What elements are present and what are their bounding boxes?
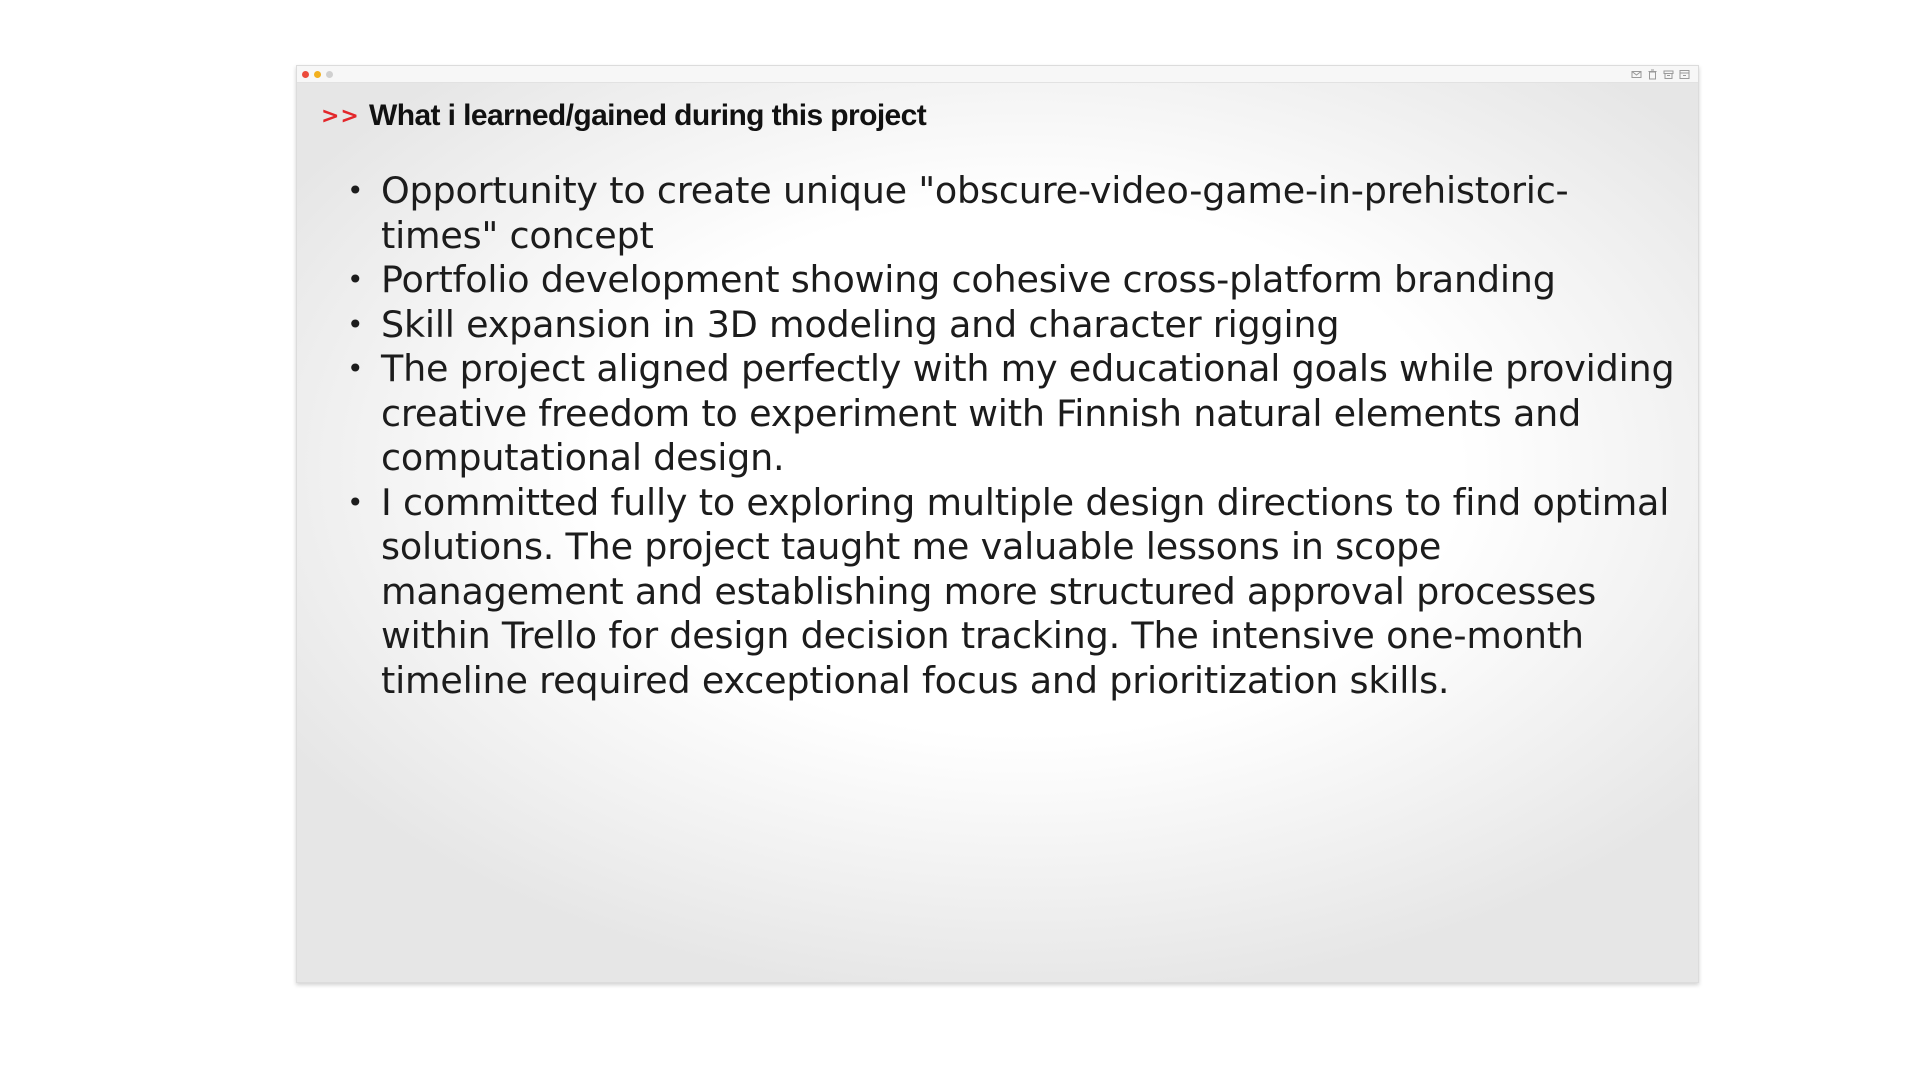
bullet-icon: •	[347, 263, 364, 296]
window-titlebar	[297, 66, 1698, 83]
list-item: • The project aligned perfectly with my e…	[347, 347, 1677, 481]
bullet-icon: •	[347, 485, 364, 519]
list-item: • I committed fully to exploring multiple…	[347, 481, 1677, 704]
bullet-icon: •	[347, 174, 364, 207]
zoom-button[interactable]	[326, 71, 333, 78]
archive-icon[interactable]	[1663, 69, 1674, 80]
window-controls	[302, 71, 333, 78]
bullet-icon: •	[347, 307, 364, 341]
list-item-text: Skill expansion in 3D modeling and chara…	[381, 302, 1340, 346]
minimize-button[interactable]	[314, 71, 321, 78]
toolbar-icons	[1631, 69, 1690, 80]
bullet-list: • Opportunity to create unique "obscure-v…	[347, 169, 1677, 703]
presentation-window: >> What i learned/gained during this pro…	[296, 65, 1699, 983]
mail-icon[interactable]	[1631, 69, 1642, 80]
close-button[interactable]	[302, 71, 309, 78]
list-item-text: The project aligned perfectly with my ed…	[381, 347, 1675, 479]
slide-heading: >> What i learned/gained during this pro…	[321, 96, 927, 136]
trash-icon[interactable]	[1647, 69, 1658, 80]
list-item-text: Portfolio development showing cohesive c…	[381, 258, 1556, 301]
list-item: • Portfolio development showing cohesive …	[347, 258, 1677, 303]
list-item-text: Opportunity to create unique "obscure-vi…	[381, 169, 1569, 257]
list-item: • Skill expansion in 3D modeling and char…	[347, 303, 1677, 348]
chevron-right-icon: >>	[321, 103, 360, 129]
slide-title: What i learned/gained during this projec…	[369, 99, 927, 132]
bullet-icon: •	[347, 352, 364, 385]
list-item: • Opportunity to create unique "obscure-v…	[347, 169, 1677, 258]
inbox-icon[interactable]	[1679, 69, 1690, 80]
list-item-text: I committed fully to exploring multiple …	[381, 480, 1670, 702]
